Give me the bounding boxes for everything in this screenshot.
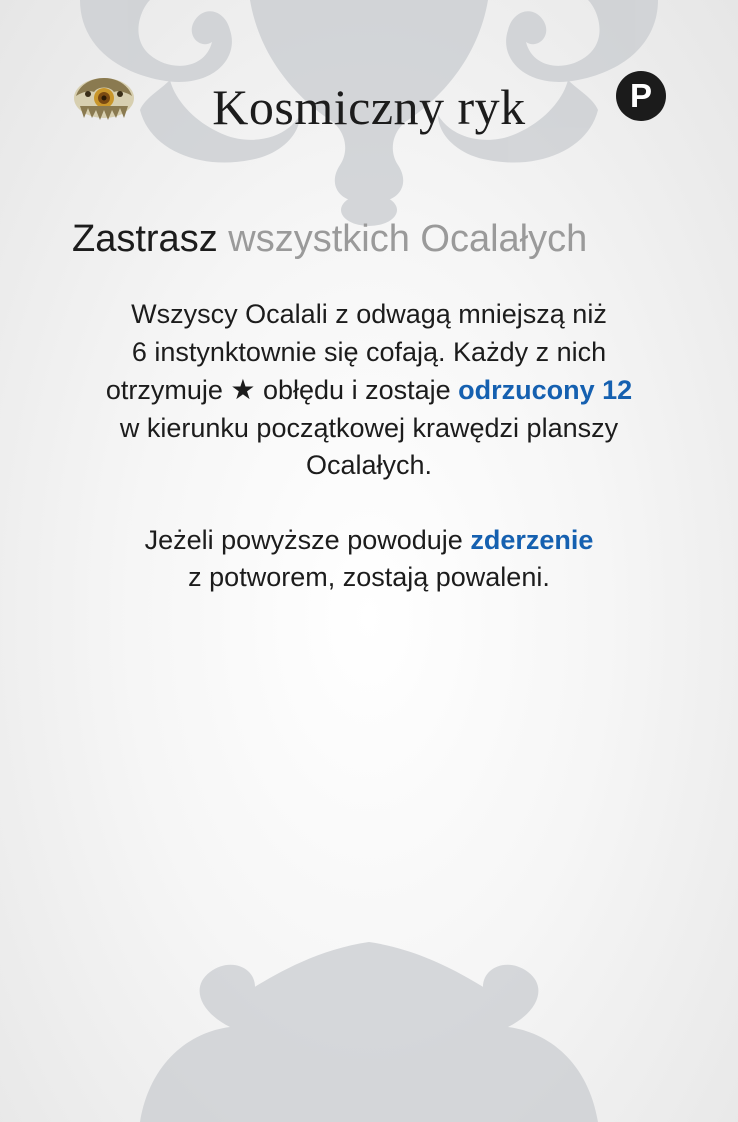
card-body: Wszyscy Ocalali z odwagą mniejszą niż 6 …: [40, 296, 698, 597]
body-text: Wszyscy Ocalali z odwagą mniejszą niż: [131, 299, 607, 329]
keyword-collision: zderzenie: [470, 524, 594, 555]
subtitle-verb: Zastrasz: [72, 218, 218, 260]
body-text: otrzymuje: [105, 375, 223, 405]
subtitle-target: wszystkich Ocalałych: [228, 218, 588, 260]
body-paragraph-1: Wszyscy Ocalali z odwagą mniejszą niż 6 …: [40, 296, 698, 485]
bottom-ornament: [140, 942, 598, 1122]
star-icon: ★: [230, 374, 256, 405]
body-text: obłędu i zostaje: [262, 375, 451, 405]
body-text: 6 instynktownie się cofają. Każdy z nich: [131, 336, 607, 367]
keyword-knockback: odrzucony 12: [458, 375, 633, 405]
body-text: z potworem, zostają powaleni.: [188, 562, 550, 592]
body-paragraph-2: Jeżeli powyższe powoduje zderzenie z pot…: [40, 522, 698, 597]
card-subtitle: Zastrasz wszystkich Ocalałych: [72, 218, 587, 261]
body-text: Ocalałych.: [305, 450, 433, 480]
body-text: w kierunku początkowej krawędzi planszy: [119, 412, 619, 443]
type-badge: P: [616, 71, 666, 121]
body-text: Jeżeli powyższe powoduje: [144, 524, 463, 555]
